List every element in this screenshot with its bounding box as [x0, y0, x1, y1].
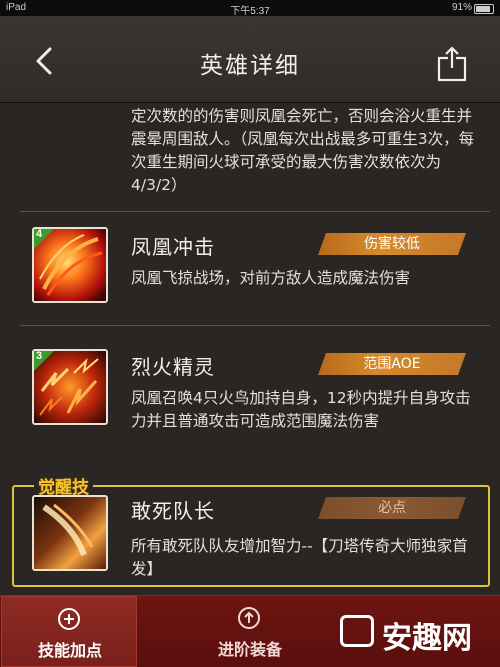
skill-description: 所有敢死队队友增加智力--【刀塔传奇大师独家首发】 — [131, 537, 468, 578]
fire-spirit-icon: 3 — [32, 349, 108, 425]
skill-description: 凤凰召唤4只火鸟加持自身，12秒内提升自身攻击力并且普通攻击可造成范围魔法伤害 — [131, 389, 471, 430]
page-title: 英雄详细 — [200, 53, 300, 79]
bottom-tab-bar: 技能加点 进阶装备 安趣网 — [0, 595, 500, 667]
skill-level: 3 — [36, 350, 43, 362]
skill-tag: 必点 — [318, 497, 466, 519]
share-icon[interactable] — [436, 46, 468, 82]
watermark-text: 安趣网 — [382, 621, 472, 656]
status-bar: iPad 下午5:37 91% — [0, 0, 500, 17]
tab-advance-equipment[interactable]: 进阶装备 — [182, 596, 318, 667]
watermark-logo-icon — [340, 615, 374, 647]
watermark: 安趣网 — [340, 611, 490, 656]
phoenix-strike-icon: 4 — [32, 227, 108, 303]
skill-name: 烈火精灵 — [131, 355, 215, 379]
tab-skill-points[interactable]: 技能加点 — [1, 596, 137, 667]
skill-tag: 范围AOE — [318, 353, 466, 375]
skill-level: 4 — [36, 228, 43, 240]
arrow-up-circle-icon — [238, 607, 260, 629]
divider — [20, 211, 490, 212]
daredevil-captain-icon — [32, 495, 108, 571]
hero-intro-text: 定次数的的伤害则凤凰会死亡，否则会浴火重生并震晕周围敌人。（凤凰每次出战最多可重… — [131, 107, 475, 194]
skill-name: 凤凰冲击 — [131, 235, 215, 259]
battery-icon — [474, 4, 494, 14]
skill-tag: 伤害较低 — [318, 233, 466, 255]
tab-label: 进阶装备 — [217, 640, 282, 659]
skill-description: 凤凰飞掠战场，对前方敌人造成魔法伤害 — [131, 269, 411, 287]
nav-header: 英雄详细 — [0, 16, 500, 103]
tab-label: 技能加点 — [37, 641, 102, 660]
battery-percent: 91% — [451, 2, 472, 13]
plus-circle-icon — [58, 608, 80, 630]
skill-name: 敢死队长 — [131, 499, 215, 523]
skill-list[interactable]: 定次数的的伤害则凤凰会死亡，否则会浴火重生并震晕周围敌人。（凤凰每次出战最多可重… — [0, 103, 500, 595]
divider — [20, 325, 490, 326]
status-time: 下午5:37 — [230, 6, 270, 17]
